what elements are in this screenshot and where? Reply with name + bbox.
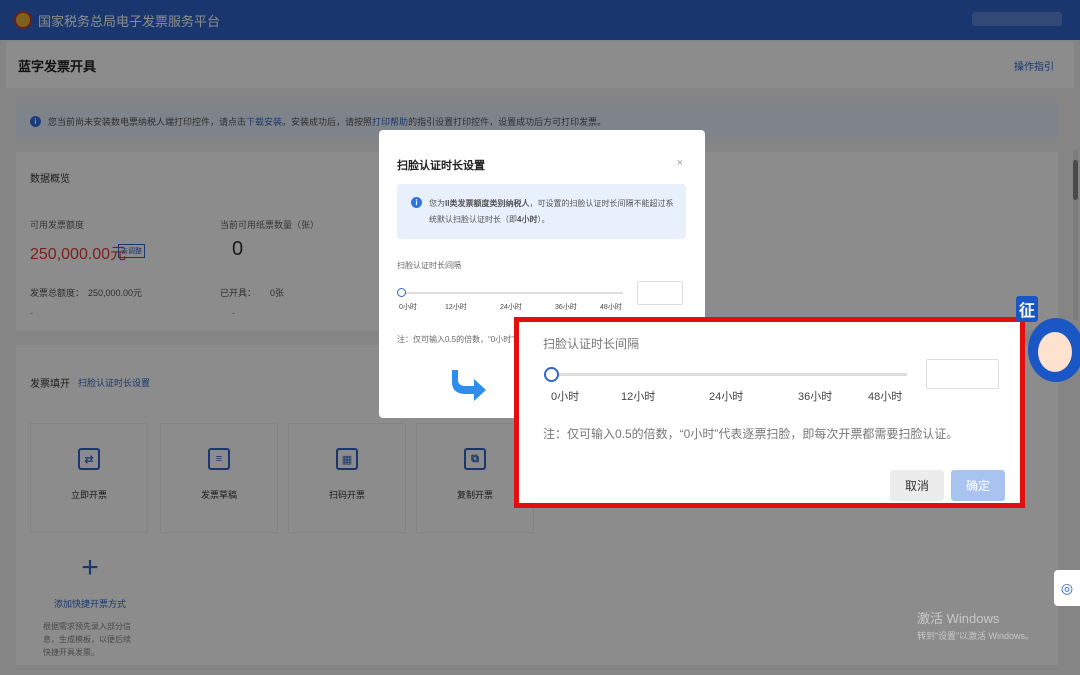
info-text-suffix: ）。 [537,215,550,224]
zoom-note: 注：仅可输入0.5的倍数，“0小时”代表逐票扫脸，即每次开票都需要扫脸认证。 [543,427,959,441]
windows-activation-watermark: 激活 Windows 转到“设置”以激活 Windows。 [917,608,1034,642]
watermark-line-2: 转到“设置”以激活 Windows。 [917,631,1035,641]
mascot-badge: 征 [1016,296,1039,322]
slider-tick: 12小时 [445,304,467,311]
modal-info-box: i 您为II类发票额度类别纳税人，可设置的扫脸认证时长间隔不能超过系统默认扫脸认… [397,184,686,239]
slider-tick: 36小时 [555,304,577,311]
modal-note: 注：仅可输入0.5的倍数，“0小时”代表逐票扫脸，即每次开票都需要扫脸认证。 [397,335,521,344]
zoomed-slider-panel: 扫脸认证时长间隔 0小时 12小时 24小时 36小时 48小时 注：仅可输入0… [514,317,1025,508]
duration-slider-handle[interactable] [397,288,406,297]
close-icon[interactable]: × [677,157,683,169]
confirm-button[interactable]: 确定 [951,470,1005,501]
cancel-button[interactable]: 取消 [890,470,944,501]
zoom-slider-tick: 36小时 [798,391,833,403]
zoom-slider-tick: 12小时 [621,391,656,403]
zoom-slider-tick: 48小时 [868,391,903,403]
info-icon: i [411,197,422,208]
zoom-slider-label: 扫脸认证时长间隔 [543,337,640,351]
info-default-hours: 4小时 [517,215,538,224]
zoom-slider-track[interactable] [553,373,907,376]
assistant-mascot[interactable]: 征 [1016,296,1080,390]
zoom-duration-input[interactable] [926,359,999,389]
duration-slider-track[interactable] [401,292,623,294]
modal-title: 扫脸认证时长设置 [397,160,485,172]
zoom-slider-handle[interactable] [544,367,559,382]
pointer-arrow-icon [452,370,486,401]
watermark-line-1: 激活 Windows [917,611,1000,626]
duration-input[interactable] [637,281,683,305]
mascot-face-icon [1038,332,1072,372]
tool-icon: ◎ [1060,579,1074,596]
zoom-slider-tick: 0小时 [551,391,580,403]
info-text-prefix: 您为 [429,199,445,208]
zoom-slider-tick: 24小时 [709,391,744,403]
info-taxpayer-type: II类发票额度类别纳税人 [445,199,530,208]
slider-tick: 0小时 [399,304,417,311]
slider-label: 扫脸认证时长间隔 [397,261,461,270]
slider-tick: 48小时 [600,304,622,311]
slider-tick: 24小时 [500,304,522,311]
side-tool-button[interactable]: ◎ [1054,570,1080,606]
